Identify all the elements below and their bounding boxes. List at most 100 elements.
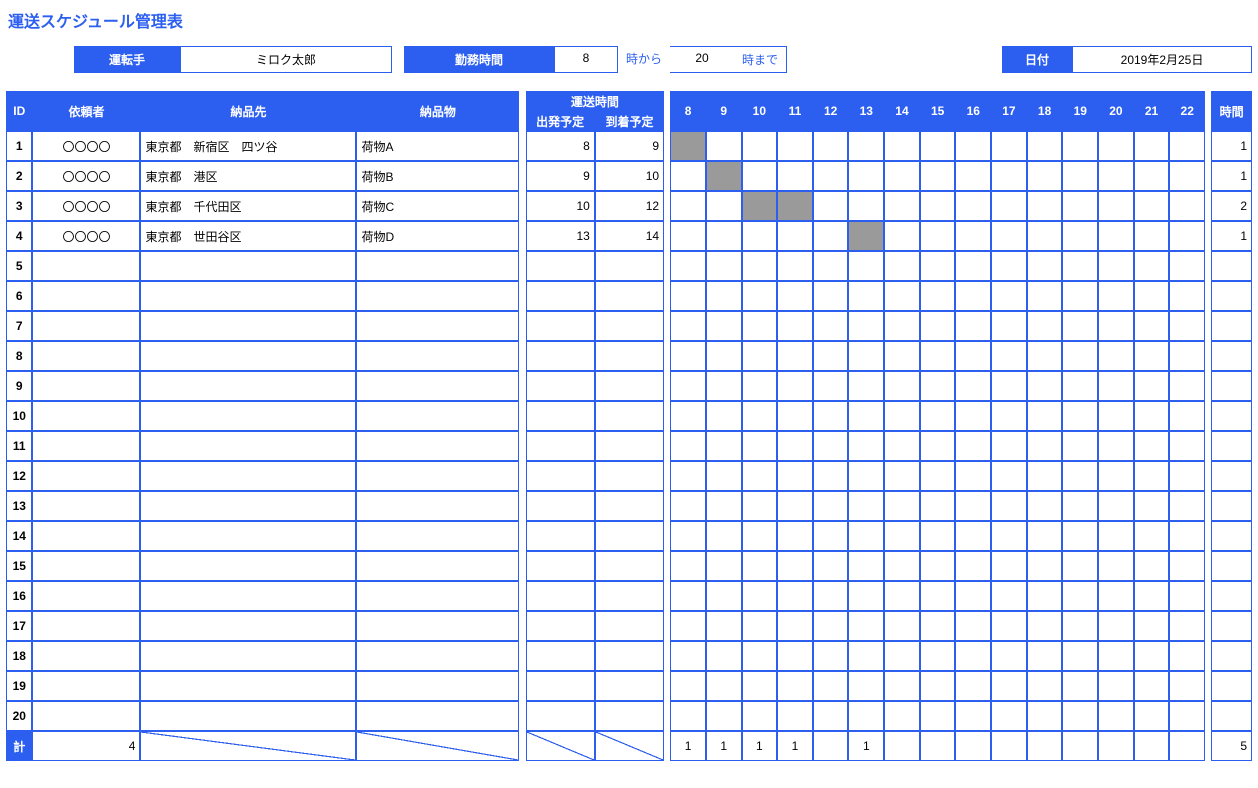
cell-id: 20 <box>6 701 32 731</box>
cell-hour <box>777 701 813 731</box>
cell-item: 荷物D <box>356 221 519 251</box>
cell-hour <box>920 221 956 251</box>
cell-hour <box>1169 341 1205 371</box>
cell-id: 8 <box>6 341 32 371</box>
cell-hour <box>777 641 813 671</box>
total-slash <box>526 731 595 761</box>
cell-hour <box>670 581 706 611</box>
cell-hour <box>1027 611 1063 641</box>
cell-hour <box>884 671 920 701</box>
cell-hour <box>1027 401 1063 431</box>
cell-hour <box>848 281 884 311</box>
cell-hour <box>848 131 884 161</box>
cell-hour <box>1098 251 1134 281</box>
cell-hour <box>991 641 1027 671</box>
cell-hour <box>1062 611 1098 641</box>
cell-hour <box>955 551 991 581</box>
th-departure: 出発予定 <box>526 111 595 131</box>
top-info-bar: 運転手 ミロク太郎 勤務時間 8 時から 20 時まで 日付 2019年2月25… <box>6 46 1252 73</box>
cell-hour <box>848 581 884 611</box>
th-item: 納品物 <box>356 91 519 131</box>
cell-duration <box>1211 281 1252 311</box>
cell-hour <box>706 581 742 611</box>
table-row: 9 <box>6 371 1252 401</box>
table-row: 11 <box>6 431 1252 461</box>
cell-hour <box>920 281 956 311</box>
cell-hour <box>1027 311 1063 341</box>
cell-hour <box>920 491 956 521</box>
total-hour <box>1169 731 1205 761</box>
cell-hour <box>1098 311 1134 341</box>
th-hour: 14 <box>884 91 920 131</box>
cell-requester <box>32 341 140 371</box>
cell-hour <box>706 161 742 191</box>
cell-hour <box>920 521 956 551</box>
cell-hour <box>1027 701 1063 731</box>
cell-item <box>356 401 519 431</box>
cell-hour <box>1098 551 1134 581</box>
table-row: 16 <box>6 581 1252 611</box>
cell-hour <box>1062 341 1098 371</box>
cell-hour <box>777 131 813 161</box>
cell-hour <box>670 701 706 731</box>
table-header: ID 依頼者 納品先 納品物 運送時間 8 9 10 11 12 13 14 1… <box>6 91 1252 131</box>
total-hour: 1 <box>848 731 884 761</box>
cell-hour <box>920 131 956 161</box>
th-hour: 8 <box>670 91 706 131</box>
total-hour <box>1098 731 1134 761</box>
cell-departure <box>526 251 595 281</box>
cell-hour <box>1134 341 1170 371</box>
cell-departure <box>526 461 595 491</box>
cell-hour <box>813 281 849 311</box>
cell-destination <box>140 461 356 491</box>
cell-hour <box>920 461 956 491</box>
cell-hour <box>1027 161 1063 191</box>
cell-destination <box>140 671 356 701</box>
cell-requester <box>32 581 140 611</box>
cell-arrival: 10 <box>595 161 664 191</box>
table-footer: 計 4 1 1 1 1 1 5 <box>6 731 1252 761</box>
cell-hour <box>991 131 1027 161</box>
cell-item <box>356 281 519 311</box>
th-hour: 21 <box>1134 91 1170 131</box>
cell-hour <box>777 281 813 311</box>
cell-hour <box>991 221 1027 251</box>
cell-hour <box>848 611 884 641</box>
total-slash <box>595 731 664 761</box>
cell-hour <box>670 611 706 641</box>
cell-hour <box>884 641 920 671</box>
cell-hour <box>884 461 920 491</box>
total-hour: 1 <box>706 731 742 761</box>
cell-destination <box>140 491 356 521</box>
cell-arrival <box>595 671 664 701</box>
cell-requester <box>32 521 140 551</box>
cell-hour <box>813 371 849 401</box>
cell-hour <box>1062 701 1098 731</box>
total-hour <box>991 731 1027 761</box>
cell-hour <box>670 521 706 551</box>
cell-arrival: 9 <box>595 131 664 161</box>
cell-hour <box>742 461 778 491</box>
table-row: 1〇〇〇〇東京都 新宿区 四ツ谷荷物A891 <box>6 131 1252 161</box>
cell-arrival <box>595 251 664 281</box>
cell-hour <box>742 251 778 281</box>
cell-hour <box>1062 401 1098 431</box>
cell-hour <box>848 551 884 581</box>
cell-hour <box>991 191 1027 221</box>
cell-hour <box>1169 671 1205 701</box>
cell-requester <box>32 641 140 671</box>
cell-id: 19 <box>6 671 32 701</box>
cell-hour <box>955 131 991 161</box>
cell-hour <box>1062 251 1098 281</box>
cell-departure: 8 <box>526 131 595 161</box>
cell-departure <box>526 701 595 731</box>
cell-hour <box>955 671 991 701</box>
table-row: 8 <box>6 341 1252 371</box>
cell-hour <box>742 521 778 551</box>
cell-hour <box>670 131 706 161</box>
cell-hour <box>1169 191 1205 221</box>
cell-duration <box>1211 551 1252 581</box>
cell-destination <box>140 311 356 341</box>
cell-arrival <box>595 431 664 461</box>
cell-hour <box>670 311 706 341</box>
